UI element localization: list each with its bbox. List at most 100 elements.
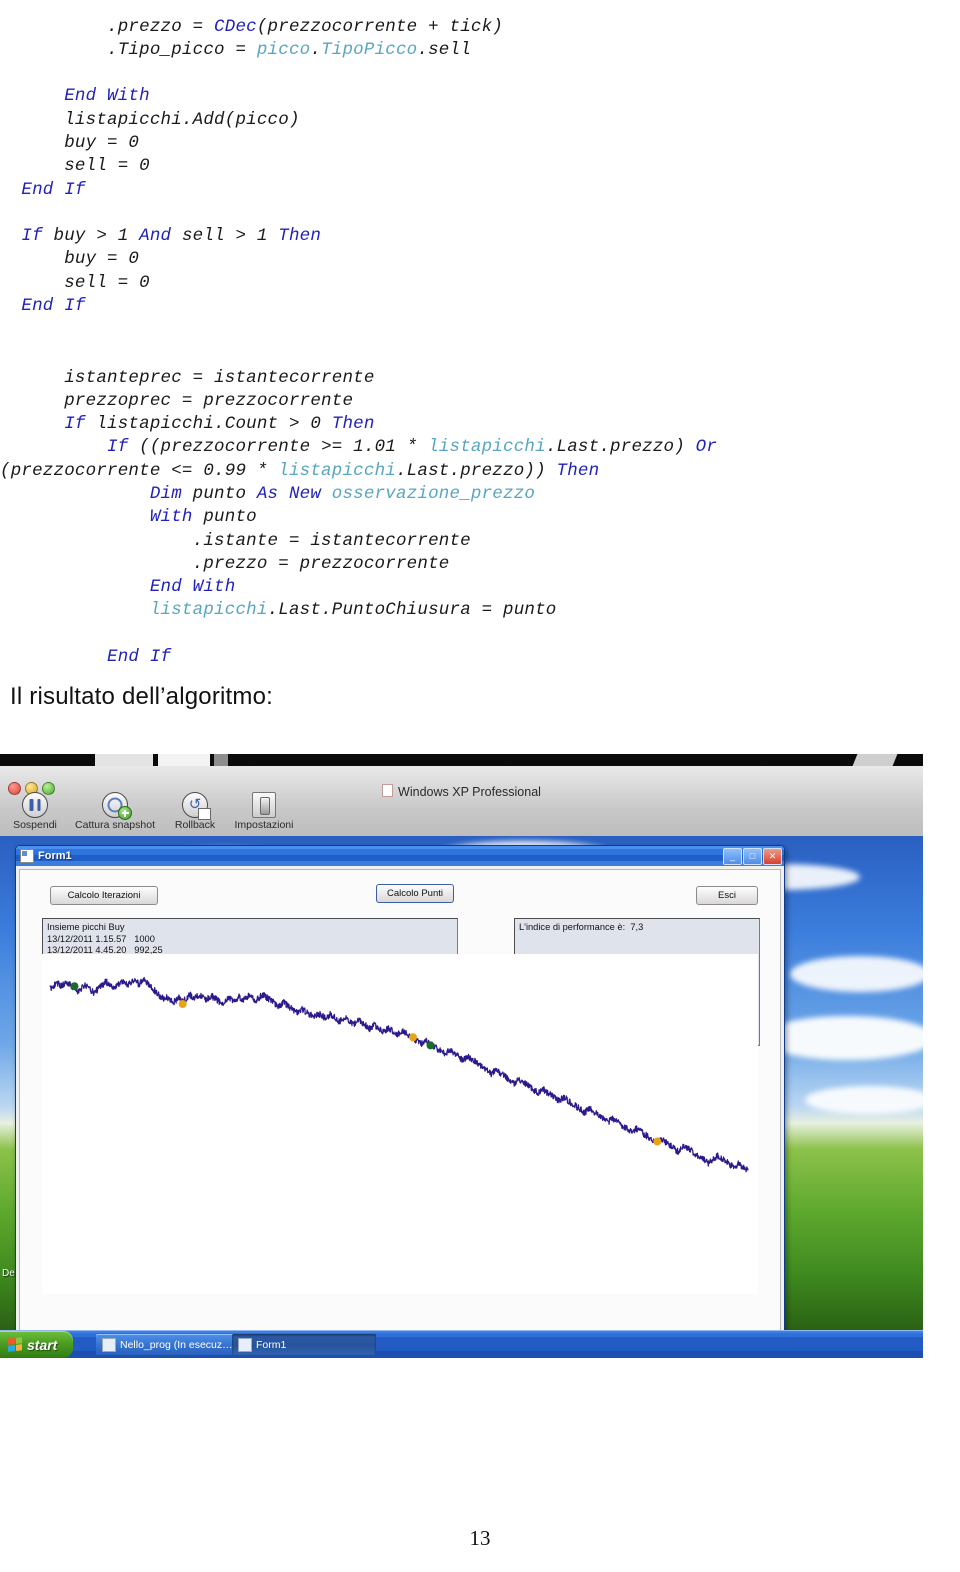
chart-marker-sell	[178, 1000, 187, 1008]
vm-toolbar: Windows XP Professional Sospendi Cattura…	[0, 766, 923, 836]
code-token: End With	[64, 86, 150, 107]
price-chart	[42, 954, 758, 1294]
document-icon	[382, 784, 394, 797]
windows-logo-icon	[8, 1337, 22, 1352]
desktop-icon-label[interactable]: De	[2, 1268, 15, 1279]
form1-title-text: Form1	[38, 850, 72, 862]
code-token: listapicchi.Add(picco)	[0, 109, 300, 130]
taskbar-item-nello-prog[interactable]: Nello_prog (In esecuz…	[96, 1334, 240, 1355]
code-token: And	[139, 226, 172, 247]
code-token: osservazione_prezzo	[331, 483, 536, 504]
code-token: buy = 0	[0, 132, 140, 153]
code-token: Dim	[149, 483, 182, 504]
code-token: listapicchi	[428, 437, 546, 458]
code-token: sell = 0	[0, 272, 150, 293]
code-token: punto	[181, 483, 257, 504]
vb-app-icon	[102, 1337, 116, 1352]
calcolo-iterazioni-button[interactable]: Calcolo Iterazioni	[50, 886, 158, 905]
code-token: With	[149, 507, 193, 528]
code-token: .sell	[417, 39, 471, 60]
code-token: .	[310, 39, 322, 60]
code-token: End With	[149, 577, 236, 598]
vm-title-text: Windows XP Professional	[398, 785, 541, 799]
form1-window[interactable]: Form1 _ □ ✕ Calcolo Iterazioni Calcolo P…	[15, 845, 785, 1343]
vm-snapshot-button[interactable]: Cattura snapshot	[68, 792, 162, 831]
code-token: Then	[278, 226, 322, 247]
vm-rollback-label: Rollback	[174, 819, 216, 831]
code-token: listapicchi.Count > 0	[85, 414, 332, 435]
start-button[interactable]: start	[0, 1331, 74, 1358]
code-token: .Last.PuntoChiusura = punto	[267, 600, 557, 621]
chart-marker-buy	[70, 982, 79, 991]
esci-button[interactable]: Esci	[696, 886, 758, 905]
code-token: listapicchi	[149, 600, 268, 621]
code-token: TipoPicco	[321, 39, 418, 60]
code-token: picco	[256, 39, 311, 60]
chart-marker-buy	[426, 1041, 435, 1050]
price-chart-svg	[49, 976, 749, 1173]
vm-settings-button[interactable]: Impostazioni	[228, 792, 300, 831]
rollback-icon: ↺	[182, 792, 211, 820]
calcolo-punti-button[interactable]: Calcolo Punti	[376, 884, 454, 903]
embedded-screenshot: Windows XP Professional Sospendi Cattura…	[0, 754, 923, 1358]
code-token: .istante = istantecorrente	[0, 530, 471, 551]
vm-rollback-button[interactable]: ↺ Rollback	[166, 792, 224, 831]
code-token: End If	[107, 647, 172, 668]
code-token: Then	[556, 460, 600, 481]
code-token: As New	[256, 483, 322, 504]
code-token: CDec	[214, 16, 257, 37]
form-app-icon	[20, 849, 34, 863]
page-number: 13	[469, 1526, 491, 1550]
code-token: .Last.prezzo)	[545, 437, 696, 458]
code-token: ((prezzocorrente >= 1.01 *	[128, 437, 429, 458]
code-token: buy = 0	[0, 249, 140, 270]
chart-marker-sell	[653, 1137, 662, 1146]
code-token: istanteprec = istantecorrente	[0, 367, 375, 388]
form1-titlebar[interactable]: Form1 _ □ ✕	[16, 846, 784, 866]
vm-top-strip	[0, 754, 923, 766]
settings-switch-icon	[252, 792, 276, 818]
code-token: .Last.prezzo))	[395, 460, 557, 481]
form1-minimize-button[interactable]: _	[723, 847, 742, 865]
code-token: punto	[192, 507, 257, 528]
code-token: If	[21, 226, 43, 247]
vm-settings-label: Impostazioni	[234, 819, 294, 831]
code-token: .Tipo_picco =	[0, 39, 257, 60]
code-token: .prezzo =	[0, 16, 215, 37]
windows-taskbar: start Nello_prog (In esecuz… Form1	[0, 1330, 923, 1358]
taskbar-item-nello-prog-label: Nello_prog (In esecuz…	[120, 1338, 233, 1351]
vm-suspend-button[interactable]: Sospendi	[6, 792, 64, 831]
code-token: sell > 1	[171, 226, 279, 247]
pause-icon	[22, 792, 48, 818]
code-token: (prezzocorrente + tick)	[256, 16, 503, 37]
code-token: Or	[695, 437, 718, 458]
code-token: End If	[21, 296, 86, 317]
code-token: Then	[331, 414, 375, 435]
form1-client-area: Calcolo Iterazioni Calcolo Punti Esci In…	[19, 869, 781, 1339]
code-listing-middle: istanteprec = istantecorrente prezzoprec…	[0, 367, 960, 670]
taskbar-item-form1-label: Form1	[256, 1338, 287, 1351]
page-heading: Il risultato dell’algoritmo:	[10, 683, 274, 710]
price-line	[49, 976, 749, 1173]
start-button-label: start	[27, 1336, 58, 1353]
form-app-mini-icon	[238, 1337, 252, 1352]
vm-suspend-label: Sospendi	[13, 819, 57, 831]
form1-maximize-button[interactable]: □	[743, 847, 762, 865]
code-token: (prezzocorrente <= 0.99 *	[0, 460, 279, 481]
code-token: .prezzo = prezzocorrente	[0, 553, 450, 574]
code-token: prezzoprec = prezzocorrente	[0, 390, 354, 411]
form1-close-button[interactable]: ✕	[763, 847, 782, 865]
code-token: sell = 0	[0, 156, 150, 177]
code-token: End If	[21, 179, 86, 200]
taskbar-item-form1[interactable]: Form1	[232, 1334, 376, 1355]
